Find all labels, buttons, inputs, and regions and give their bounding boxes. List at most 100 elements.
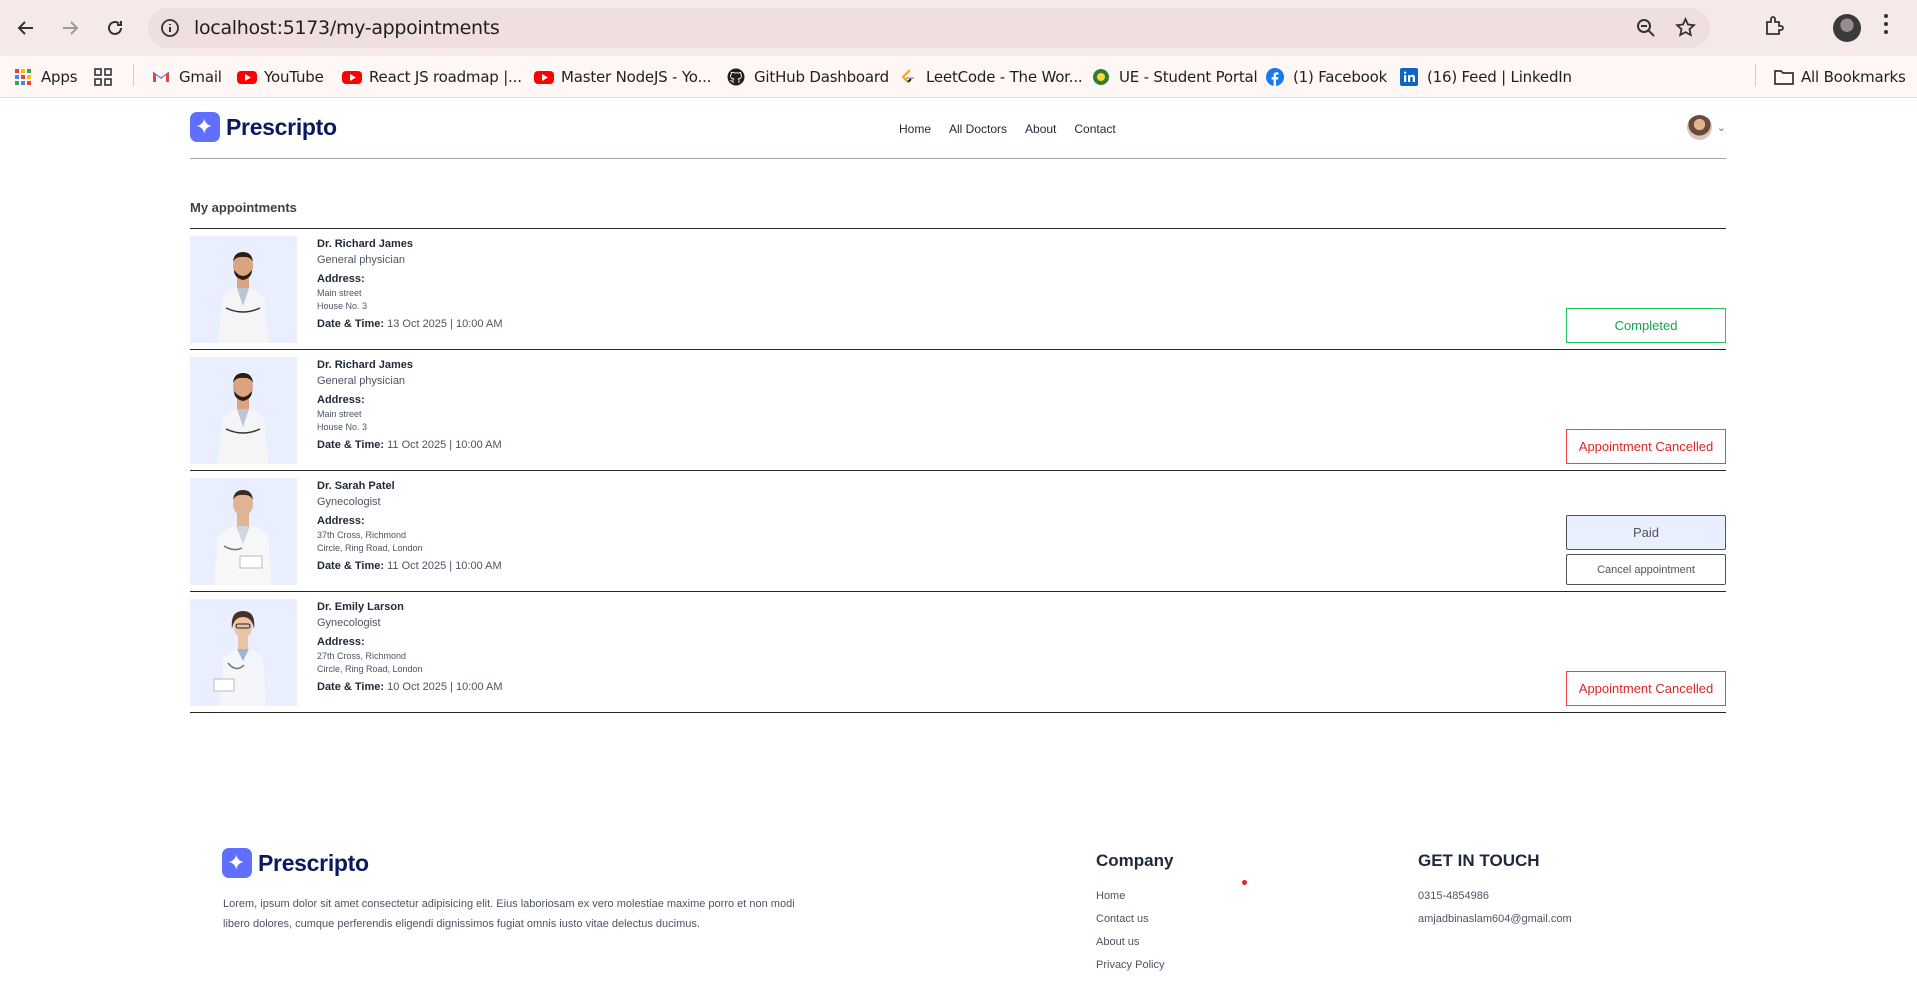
footer-brand-name: Prescripto [258, 849, 369, 876]
bookmark-apps[interactable]: Apps [14, 66, 78, 88]
appointment-info: Dr. Sarah Patel Gynecologist Address: 37… [317, 479, 502, 574]
folder-icon [1774, 68, 1794, 86]
bookmark-label: All Bookmarks [1801, 68, 1906, 86]
datetime-label: Date & Time: [317, 560, 385, 572]
bookmark-master-nodejs[interactable]: Master NodeJS - Yo... [534, 66, 711, 88]
logo-icon [222, 848, 252, 878]
footer-company-links: Home Contact us About us Privacy Policy [1096, 887, 1164, 979]
doctor-speciality: Gynecologist [317, 496, 381, 508]
all-bookmarks-button[interactable]: All Bookmarks [1774, 66, 1906, 88]
apps-grid-icon [14, 68, 32, 86]
doctor-speciality: Gynecologist [317, 617, 381, 629]
address-line-1: 37th Cross, Richmond [317, 530, 407, 540]
address-line-2: Circle, Ring Road, London [317, 664, 423, 674]
address-label: Address: [317, 515, 365, 527]
youtube-icon [342, 68, 362, 86]
user-menu[interactable]: ⌄ [1686, 115, 1726, 140]
nav-home[interactable]: Home [899, 122, 931, 136]
main-nav: Home All Doctors About Contact [899, 122, 1116, 136]
github-icon [727, 68, 745, 86]
site-info-icon[interactable] [160, 18, 180, 43]
leetcode-icon [899, 68, 917, 86]
chevron-down-icon[interactable]: ⌄ [1717, 121, 1726, 134]
bookmark-label: React JS roadmap |... [369, 68, 522, 86]
tab-groups-icon [94, 68, 112, 86]
bookmark-youtube[interactable]: YouTube [237, 66, 324, 88]
avatar[interactable] [1686, 115, 1712, 140]
facebook-icon [1266, 68, 1284, 86]
appointment-datetime: Date & Time: 11 Oct 2025 | 10:00 AM [317, 558, 502, 574]
footer-link-about-us[interactable]: About us [1096, 933, 1164, 956]
bookmark-gmail[interactable]: Gmail [152, 66, 222, 88]
footer-link-contact-us[interactable]: Contact us [1096, 910, 1164, 933]
bookmark-label: UE - Student Portal [1119, 68, 1258, 86]
footer-link-home[interactable]: Home [1096, 887, 1164, 910]
nav-all-doctors[interactable]: All Doctors [949, 122, 1007, 136]
address-label: Address: [317, 636, 365, 648]
datetime-label: Date & Time: [317, 439, 385, 451]
bookmark-label: LeetCode - The Wor... [926, 68, 1083, 86]
reload-icon[interactable] [100, 13, 130, 43]
bookmark-label: YouTube [264, 68, 324, 86]
tab-groups-button[interactable] [94, 66, 112, 88]
appointment-row: Dr. Emily Larson Gynecologist Address: 2… [190, 592, 1726, 713]
extensions-icon[interactable] [1763, 14, 1787, 43]
appointment-info: Dr. Richard James General physician Addr… [317, 358, 502, 453]
browser-menu-icon[interactable] [1884, 14, 1890, 38]
appointment-info: Dr. Richard James General physician Addr… [317, 237, 503, 332]
appointment-datetime: Date & Time: 11 Oct 2025 | 10:00 AM [317, 437, 502, 453]
doctor-speciality: General physician [317, 254, 406, 266]
datetime-value: 13 Oct 2025 | 10:00 AM [387, 318, 503, 330]
address-label: Address: [317, 394, 365, 406]
bookmark-facebook[interactable]: (1) Facebook [1266, 66, 1387, 88]
appointment-row: Dr. Sarah Patel Gynecologist Address: 37… [190, 471, 1726, 592]
footer-company-title: Company [1096, 851, 1174, 870]
bookmark-label: Master NodeJS - Yo... [561, 68, 712, 86]
address-line-1: Main street [317, 409, 362, 419]
bookmark-ue-student-portal[interactable]: UE - Student Portal [1092, 66, 1258, 88]
appointment-row: Dr. Richard James General physician Addr… [190, 229, 1726, 350]
bookmark-divider [133, 64, 134, 86]
footer-link-privacy-policy[interactable]: Privacy Policy [1096, 956, 1164, 979]
bookmark-leetcode[interactable]: LeetCode - The Wor... [899, 66, 1083, 88]
footer-contact-title: GET IN TOUCH [1418, 851, 1540, 870]
site-header: Prescripto Home All Doctors About Contac… [190, 98, 1726, 159]
bookmark-linkedin[interactable]: (16) Feed | LinkedIn [1400, 66, 1572, 88]
footer-phone: 0315-4854986 [1418, 890, 1489, 902]
page-title: My appointments [190, 200, 297, 215]
bookmark-star-icon[interactable] [1675, 16, 1696, 43]
browser-toolbar: localhost:5173/my-appointments [0, 0, 1917, 56]
youtube-icon [237, 68, 257, 86]
nav-about[interactable]: About [1025, 122, 1056, 136]
linkedin-icon [1400, 68, 1418, 86]
footer-contact-info: 0315-4854986 amjadbinaslam604@gmail.com [1418, 887, 1572, 933]
zoom-icon[interactable] [1636, 18, 1656, 43]
address-line-2: Circle, Ring Road, London [317, 543, 423, 553]
doctor-name: Dr. Richard James [317, 238, 413, 250]
bookmark-react-roadmap[interactable]: React JS roadmap |... [342, 66, 522, 88]
address-bar[interactable]: localhost:5173/my-appointments [148, 8, 1710, 48]
brand-logo[interactable]: Prescripto [190, 112, 337, 142]
cancel-appointment-button[interactable]: Cancel appointment [1566, 554, 1726, 585]
doctor-photo [190, 236, 297, 343]
appointment-row: Dr. Richard James General physician Addr… [190, 350, 1726, 471]
back-icon[interactable] [11, 13, 41, 43]
ue-icon [1092, 68, 1110, 86]
completed-badge: Completed [1566, 308, 1726, 343]
url-text[interactable]: localhost:5173/my-appointments [194, 17, 500, 39]
bookmark-github-dashboard[interactable]: GitHub Dashboard [727, 66, 889, 88]
cancelled-badge: Appointment Cancelled [1566, 671, 1726, 706]
footer-logo[interactable]: Prescripto [222, 848, 369, 878]
datetime-value: 11 Oct 2025 | 10:00 AM [387, 560, 502, 572]
forward-icon[interactable] [55, 13, 85, 43]
nav-contact[interactable]: Contact [1074, 122, 1115, 136]
browser-profile-avatar[interactable] [1833, 14, 1861, 42]
doctor-speciality: General physician [317, 375, 406, 387]
bookmark-divider [1755, 64, 1756, 86]
youtube-icon [534, 68, 554, 86]
datetime-value: 10 Oct 2025 | 10:00 AM [387, 681, 503, 693]
paid-button[interactable]: Paid [1566, 515, 1726, 550]
footer-email: amjadbinaslam604@gmail.com [1418, 913, 1572, 925]
cancelled-badge: Appointment Cancelled [1566, 429, 1726, 464]
bookmark-label: GitHub Dashboard [754, 68, 889, 86]
